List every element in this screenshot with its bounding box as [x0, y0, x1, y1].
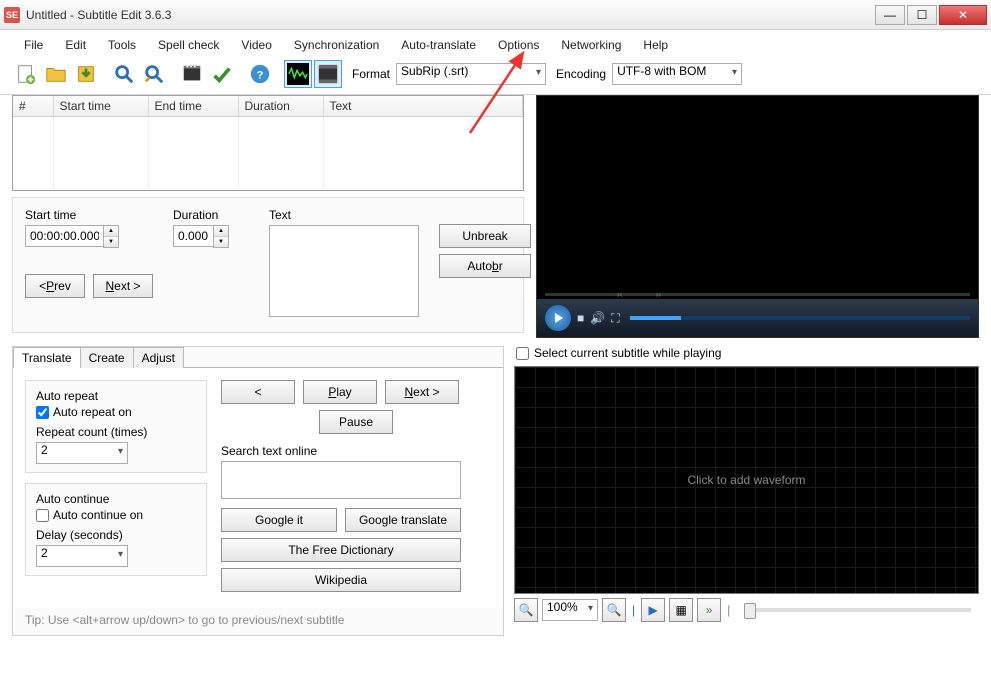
- prev-button[interactable]: < Prev: [25, 274, 85, 298]
- edit-box: Start time ▲▼ < Prev Next > Duration ▲▼: [12, 197, 524, 333]
- auto-continue-label: Auto continue: [36, 492, 196, 506]
- encoding-select[interactable]: UTF-8 with BOM: [612, 63, 742, 85]
- free-dictionary-button[interactable]: The Free Dictionary: [221, 538, 461, 562]
- window-title: Untitled - Subtitle Edit 3.6.3: [26, 8, 873, 22]
- col-end[interactable]: End time: [148, 96, 238, 116]
- auto-repeat-on-label: Auto repeat on: [53, 405, 132, 419]
- visual-sync-icon[interactable]: [178, 60, 206, 88]
- spellcheck-icon[interactable]: [208, 60, 236, 88]
- duration-input[interactable]: [173, 225, 213, 247]
- col-index[interactable]: #: [13, 96, 53, 116]
- menu-help[interactable]: Help: [633, 36, 678, 54]
- menu-video[interactable]: Video: [231, 36, 281, 54]
- video-seek-bar[interactable]: [630, 316, 970, 320]
- menu-file[interactable]: File: [14, 36, 53, 54]
- repeat-count-label: Repeat count (times): [36, 425, 196, 439]
- svg-text:?: ?: [257, 70, 264, 82]
- table-row[interactable]: [13, 140, 523, 164]
- format-select[interactable]: SubRip (.srt): [396, 63, 546, 85]
- video-stop-icon[interactable]: ■: [577, 311, 584, 325]
- tip-text: Tip: Use <alt+arrow up/down> to go to pr…: [13, 607, 503, 635]
- auto-continue-on-label: Auto continue on: [53, 508, 143, 522]
- menu-options[interactable]: Options: [488, 36, 549, 54]
- pause-button[interactable]: Pause: [319, 410, 393, 434]
- tab-create[interactable]: Create: [80, 347, 134, 368]
- auto-repeat-checkbox[interactable]: [36, 406, 49, 419]
- find-icon[interactable]: [110, 60, 138, 88]
- menu-autotranslate[interactable]: Auto-translate: [391, 36, 486, 54]
- video-player[interactable]: ‹‹ ›› 75% ■ 🔊 ⛶: [536, 95, 979, 338]
- start-time-spinner[interactable]: ▲▼: [103, 225, 119, 248]
- table-row[interactable]: [13, 164, 523, 188]
- table-row[interactable]: [13, 116, 523, 140]
- grid-toggle-icon[interactable]: ▦: [669, 598, 693, 622]
- start-time-input[interactable]: [25, 225, 103, 247]
- col-text[interactable]: Text: [323, 96, 523, 116]
- duration-label: Duration: [173, 208, 229, 222]
- duration-spinner[interactable]: ▲▼: [213, 225, 229, 248]
- open-file-icon[interactable]: [42, 60, 70, 88]
- tab-translate[interactable]: Translate: [13, 347, 81, 368]
- col-start[interactable]: Start time: [53, 96, 148, 116]
- menu-spellcheck[interactable]: Spell check: [148, 36, 229, 54]
- maximize-button[interactable]: ☐: [907, 5, 937, 25]
- google-it-button[interactable]: Google it: [221, 508, 337, 532]
- new-file-icon[interactable]: [12, 60, 40, 88]
- play-waveform-icon[interactable]: ▶: [641, 598, 665, 622]
- app-icon: SE: [4, 7, 20, 23]
- next-button[interactable]: Next >: [93, 274, 153, 298]
- video-fullscreen-icon[interactable]: ⛶: [611, 311, 619, 326]
- unbreak-button[interactable]: Unbreak: [439, 224, 531, 248]
- tab-bar: Translate Create Adjust: [13, 347, 503, 368]
- text-input[interactable]: [269, 225, 419, 317]
- start-time-label: Start time: [25, 208, 153, 222]
- video-toggle-icon[interactable]: [314, 60, 342, 88]
- google-translate-button[interactable]: Google translate: [345, 508, 461, 532]
- video-volume-icon[interactable]: 🔊: [590, 311, 605, 325]
- video-play-icon[interactable]: [545, 305, 571, 331]
- search-online-input[interactable]: [221, 461, 461, 499]
- autobr-button[interactable]: Auto br: [439, 254, 531, 278]
- back-button[interactable]: <: [221, 380, 295, 404]
- delay-select[interactable]: 2: [36, 545, 128, 567]
- play-button[interactable]: Play: [303, 380, 377, 404]
- next-play-button[interactable]: Next >: [385, 380, 459, 404]
- zoom-in-icon[interactable]: 🔍: [602, 598, 626, 622]
- wikipedia-button[interactable]: Wikipedia: [221, 568, 461, 592]
- replace-icon[interactable]: [140, 60, 168, 88]
- toolbar: ? Format SubRip (.srt) Encoding UTF-8 wi…: [0, 58, 991, 95]
- waveform-slider[interactable]: [744, 608, 971, 612]
- minimize-button[interactable]: —: [875, 5, 905, 25]
- auto-repeat-label: Auto repeat: [36, 389, 196, 403]
- save-file-icon[interactable]: [72, 60, 100, 88]
- waveform-placeholder: Click to add waveform: [687, 473, 805, 487]
- zoom-out-icon[interactable]: 🔍: [514, 598, 538, 622]
- forward-icon[interactable]: »: [697, 598, 721, 622]
- search-online-label: Search text online: [221, 444, 491, 458]
- menu-sync[interactable]: Synchronization: [284, 36, 389, 54]
- col-duration[interactable]: Duration: [238, 96, 323, 116]
- format-label: Format: [344, 67, 394, 81]
- close-button[interactable]: ✕: [939, 5, 987, 25]
- help-icon[interactable]: ?: [246, 60, 274, 88]
- waveform-area[interactable]: Click to add waveform: [514, 366, 979, 594]
- waveform-toggle-icon[interactable]: [284, 60, 312, 88]
- text-label: Text: [269, 208, 419, 222]
- encoding-label: Encoding: [548, 67, 610, 81]
- delay-label: Delay (seconds): [36, 528, 196, 542]
- repeat-count-select[interactable]: 2: [36, 442, 128, 464]
- auto-continue-checkbox[interactable]: [36, 509, 49, 522]
- select-while-playing-checkbox[interactable]: [516, 347, 529, 360]
- menu-networking[interactable]: Networking: [551, 36, 631, 54]
- menu-bar: File Edit Tools Spell check Video Synchr…: [0, 30, 991, 58]
- title-bar: SE Untitled - Subtitle Edit 3.6.3 — ☐ ✕: [0, 0, 991, 30]
- zoom-select[interactable]: 100%: [542, 599, 598, 621]
- menu-tools[interactable]: Tools: [98, 36, 146, 54]
- tab-adjust[interactable]: Adjust: [133, 347, 184, 368]
- menu-edit[interactable]: Edit: [55, 36, 96, 54]
- subtitle-grid[interactable]: # Start time End time Duration Text: [12, 95, 524, 191]
- select-while-playing-label: Select current subtitle while playing: [534, 346, 721, 360]
